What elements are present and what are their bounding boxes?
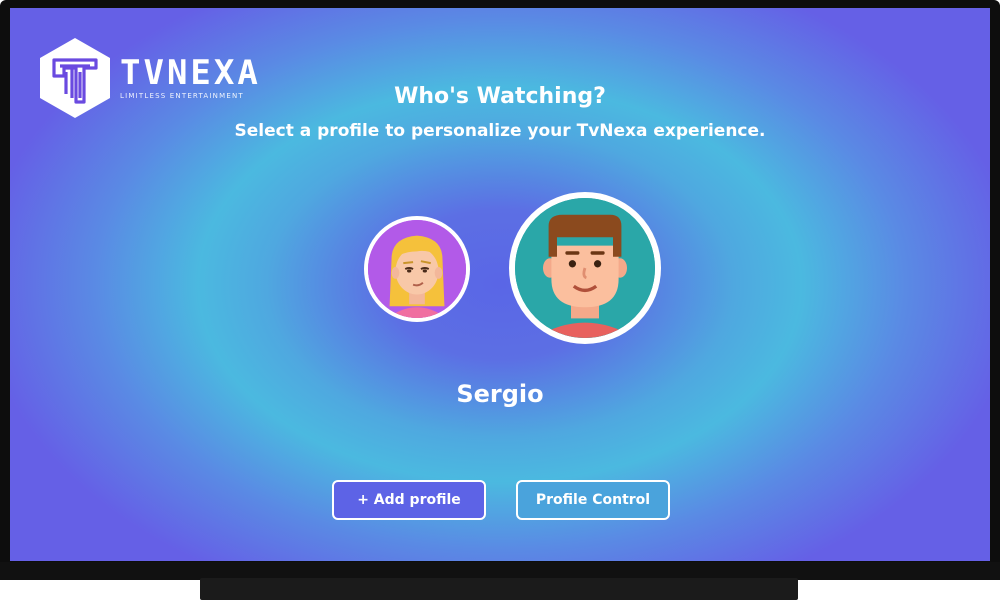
page-title: Who's Watching? — [394, 84, 606, 109]
selected-profile-name: Sergio — [456, 380, 544, 408]
man-avatar-icon — [515, 198, 655, 338]
tv-stand — [200, 578, 798, 600]
profile-avatar-1[interactable] — [364, 216, 470, 322]
woman-avatar-icon — [368, 220, 466, 318]
profile-avatar-2[interactable] — [509, 192, 661, 344]
add-profile-button[interactable]: + Add profile — [332, 480, 486, 520]
tv-screen: TVNEXA LIMITLESS ENTERTAINMENT Who's Wat… — [10, 8, 990, 561]
page-subtitle: Select a profile to personalize your TvN… — [234, 121, 766, 141]
profile-control-button[interactable]: Profile Control — [516, 480, 670, 520]
